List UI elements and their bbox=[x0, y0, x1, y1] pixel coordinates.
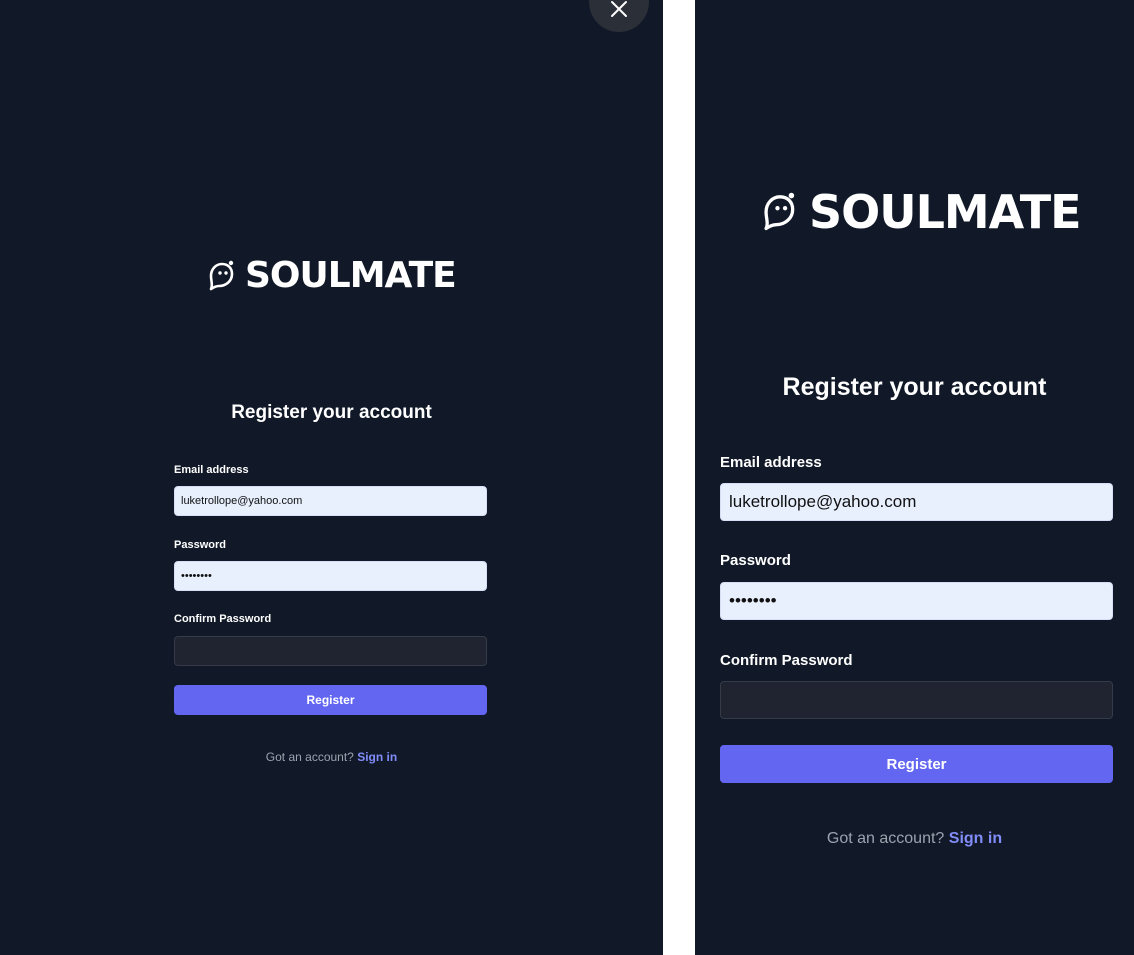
register-panel-small: SOULMATE Register your account Email add… bbox=[0, 0, 663, 955]
confirm-password-input[interactable] bbox=[174, 636, 487, 666]
email-input[interactable] bbox=[720, 483, 1113, 521]
register-button[interactable]: Register bbox=[174, 685, 487, 715]
brand-name: SOULMATE bbox=[245, 255, 457, 296]
confirm-password-label: Confirm Password bbox=[174, 613, 272, 625]
register-panel-large: SOULMATE Register your account Email add… bbox=[695, 0, 1134, 955]
form-title: Register your account bbox=[782, 373, 1047, 401]
close-icon bbox=[611, 1, 627, 17]
password-input[interactable] bbox=[720, 582, 1113, 620]
signin-row: Got an account? Sign in bbox=[0, 750, 663, 764]
ghost-chat-bubble-icon bbox=[209, 260, 234, 290]
signin-prompt: Got an account? bbox=[265, 750, 358, 764]
password-label: Password bbox=[720, 552, 791, 569]
password-label: Password bbox=[174, 539, 226, 551]
signin-row: Got an account? Sign in bbox=[695, 830, 1134, 848]
signin-link[interactable]: Sign in bbox=[949, 830, 1002, 847]
signin-prompt: Got an account? bbox=[826, 830, 949, 847]
form-title: Register your account bbox=[231, 402, 432, 423]
password-input[interactable] bbox=[174, 561, 487, 591]
signin-link[interactable]: Sign in bbox=[357, 750, 397, 764]
brand-logo: SOULMATE bbox=[207, 255, 457, 296]
brand-name: SOULMATE bbox=[809, 185, 1082, 239]
close-button[interactable] bbox=[589, 0, 649, 32]
confirm-password-label: Confirm Password bbox=[720, 652, 853, 669]
email-label: Email address bbox=[174, 464, 249, 476]
confirm-password-input[interactable] bbox=[720, 681, 1113, 719]
brand-logo: SOULMATE bbox=[761, 185, 1082, 239]
email-input[interactable] bbox=[174, 486, 487, 516]
email-label: Email address bbox=[720, 454, 822, 471]
register-button[interactable]: Register bbox=[720, 745, 1113, 783]
ghost-chat-bubble-icon bbox=[764, 192, 795, 231]
